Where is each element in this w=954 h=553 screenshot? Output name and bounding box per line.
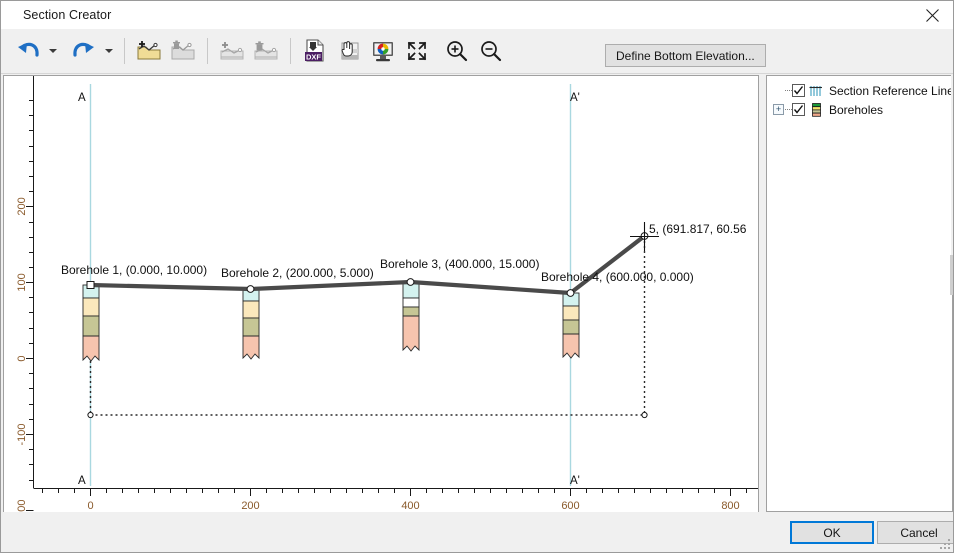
pan-button[interactable]: [332, 33, 366, 69]
x-tick-label: 200: [241, 500, 259, 512]
section-canvas[interactable]: 200 100 0 -100 -200 0 200 400 600 800 A …: [3, 75, 759, 517]
toolbar-separator: [290, 38, 291, 64]
checkbox-section-reference-lines[interactable]: [792, 84, 805, 97]
point-label-1: Borehole 1, (0.000, 10.000): [61, 263, 207, 277]
y-tick-label: 0: [16, 355, 28, 361]
toolbar-separator: [124, 38, 125, 64]
delete-layer-button[interactable]: [249, 33, 283, 69]
point-label-2: Borehole 2, (200.000, 5.000): [221, 266, 374, 280]
point-label-5: 5, (691.817, 60.56: [649, 222, 747, 236]
section-label-aprime-top: A': [570, 92, 580, 104]
x-tick-label: 0: [87, 500, 93, 512]
borehole-column-1[interactable]: [82, 284, 100, 362]
redo-dropdown-arrow-icon[interactable]: [101, 33, 117, 69]
undo-button[interactable]: [11, 33, 45, 69]
section-label-aprime-bottom: A': [570, 475, 580, 487]
y-tick-label: -100: [16, 423, 28, 445]
expand-boreholes-icon[interactable]: +: [773, 104, 784, 115]
add-layer-button[interactable]: [215, 33, 249, 69]
borehole-column-3[interactable]: [402, 281, 420, 352]
close-icon[interactable]: [909, 1, 953, 29]
undo-dropdown-arrow-icon[interactable]: [45, 33, 61, 69]
ok-button[interactable]: OK: [790, 521, 874, 544]
section-plot: 200 100 0 -100 -200 0 200 400 600 800 A …: [4, 76, 758, 516]
zoom-in-button[interactable]: [440, 33, 474, 69]
zoom-out-button[interactable]: [474, 33, 508, 69]
x-tick-label: 400: [401, 500, 419, 512]
borehole-column-4[interactable]: [562, 292, 580, 359]
reference-lines-icon: [809, 84, 823, 98]
window-title: Section Creator: [23, 8, 112, 22]
redo-button[interactable]: [67, 33, 101, 69]
point-label-3: Borehole 3, (400.000, 15.000): [380, 257, 539, 271]
zoom-extents-button[interactable]: [400, 33, 434, 69]
borehole-stack-icon: [809, 102, 823, 117]
section-label-a-top: A: [78, 92, 86, 104]
display-options-button[interactable]: [366, 33, 400, 69]
define-bottom-elevation-button[interactable]: Define Bottom Elevation...: [605, 44, 766, 67]
x-tick-label: 800: [721, 500, 739, 512]
section-label-a-bottom: A: [78, 475, 86, 487]
tree-connector: [785, 109, 792, 110]
delete-section-button[interactable]: [166, 33, 200, 69]
import-dxf-button[interactable]: DXF: [298, 33, 332, 69]
point-label-4: Borehole 4, (600.000, 0.000): [541, 270, 694, 284]
right-edge-strip: [951, 75, 953, 275]
y-tick-label: 100: [16, 273, 28, 291]
add-section-button[interactable]: [132, 33, 166, 69]
tree-item-section-reference-lines[interactable]: Section Reference Lines: [767, 81, 952, 100]
title-bar: Section Creator: [1, 1, 953, 29]
svg-text:DXF: DXF: [306, 52, 321, 61]
tree-item-boreholes[interactable]: + Boreholes: [767, 100, 952, 119]
resize-grip[interactable]: [939, 538, 951, 550]
section-creator-dialog: Section Creator DXF Define Bottom Elevat…: [0, 0, 954, 553]
tree-item-label: Boreholes: [829, 102, 884, 117]
toolbar-separator: [207, 38, 208, 64]
x-tick-label: 600: [561, 500, 579, 512]
panel-resize-handle[interactable]: [950, 255, 953, 295]
tree-item-label: Section Reference Lines: [829, 83, 953, 98]
layers-tree-panel[interactable]: Section Reference Lines + Boreholes: [766, 75, 953, 512]
borehole-column-2[interactable]: [242, 288, 260, 360]
y-tick-label: 200: [16, 197, 28, 215]
toolbar: DXF: [1, 29, 953, 74]
checkbox-boreholes[interactable]: [792, 103, 805, 116]
tree-connector: [785, 90, 792, 91]
